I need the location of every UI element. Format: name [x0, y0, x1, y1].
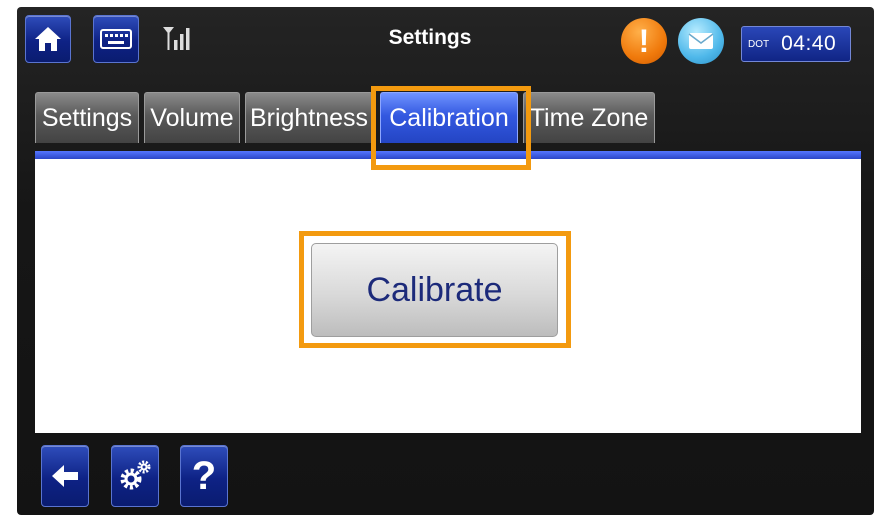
tab-underline — [35, 151, 861, 159]
gear-icon — [120, 460, 151, 490]
tab-brightness[interactable]: Brightness — [245, 92, 373, 143]
timezone-label: DOT — [748, 38, 770, 50]
tab-settings[interactable]: Settings — [35, 92, 139, 143]
help-button[interactable]: ? — [180, 445, 228, 507]
tab-calibration[interactable]: Calibration — [380, 92, 518, 143]
back-arrow-icon — [52, 465, 78, 487]
clock-display[interactable]: DOT 04:40 — [741, 26, 851, 62]
alert-icon[interactable]: ! — [621, 18, 667, 64]
keyboard-button[interactable] — [93, 15, 139, 63]
help-label: ? — [191, 453, 217, 498]
mail-icon[interactable] — [678, 18, 724, 64]
keyboard-icon — [100, 29, 132, 49]
tab-volume[interactable]: Volume — [144, 92, 240, 143]
page-title: Settings — [388, 26, 472, 49]
signal-icon — [163, 27, 190, 50]
clock-time: 04:40 — [781, 32, 837, 55]
back-button[interactable] — [41, 445, 89, 507]
tab-time-zone[interactable]: Time Zone — [523, 92, 655, 143]
home-icon — [35, 27, 61, 51]
home-button[interactable] — [25, 15, 71, 63]
calibrate-button[interactable]: Calibrate — [311, 243, 558, 337]
settings-button[interactable] — [111, 445, 159, 507]
